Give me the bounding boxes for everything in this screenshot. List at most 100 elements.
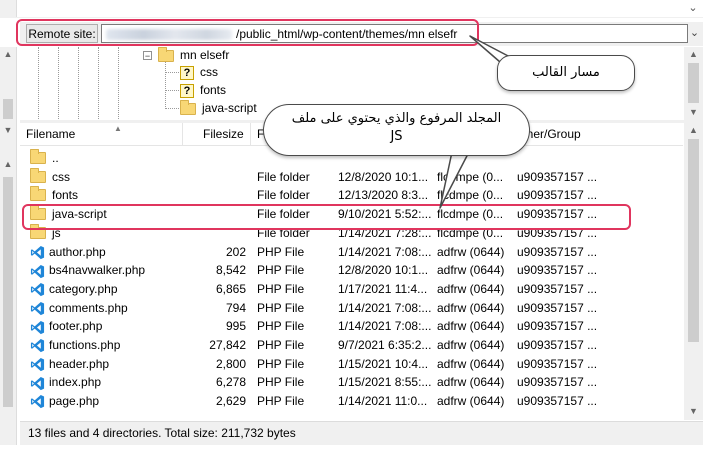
table-row[interactable]: category.php 6,865 PHP File 1/17/2021 11:4.…: [20, 280, 683, 299]
scroll-up-icon[interactable]: ▲: [3, 159, 13, 169]
scroll-up-icon[interactable]: ▲: [3, 49, 13, 59]
cell-text: PHP File: [257, 375, 305, 390]
cell-text: 2,629: [215, 394, 246, 409]
cell-name: comments.php: [30, 299, 180, 318]
cell-size: 6,278: [180, 373, 246, 392]
table-row[interactable]: fonts File folder 12/13/2020 8:3... flcdmpe…: [20, 186, 683, 205]
cell-owner: u909357157 ...: [517, 280, 677, 299]
cell-type: PHP File: [257, 355, 337, 374]
cell-modified: 1/15/2021 8:55:...: [338, 373, 434, 392]
chevron-down-icon[interactable]: ⌄: [687, 1, 699, 15]
cell-modified: 12/8/2020 10:1...: [338, 168, 434, 187]
folder-icon: [180, 99, 196, 115]
table-row[interactable]: comments.php 794 PHP File 1/14/2021 7:08:..…: [20, 299, 683, 318]
cell-owner: u909357157 ...: [517, 317, 677, 336]
cell-size: 6,865: [180, 280, 246, 299]
cell-size: 2,800: [180, 355, 246, 374]
scroll-thumb[interactable]: [688, 63, 699, 103]
remote-path-dropdown[interactable]: ⌄: [686, 24, 703, 43]
tree-scrollbar[interactable]: ▲ ▼: [684, 47, 703, 120]
cell-perms: adfrw (0644): [437, 299, 515, 318]
table-row[interactable]: index.php 6,278 PHP File 1/15/2021 8:55:...…: [20, 373, 683, 392]
scroll-down-icon[interactable]: ▼: [688, 107, 699, 117]
cell-text: PHP File: [257, 394, 305, 409]
tree-guide: [78, 47, 79, 119]
cell-name: page.php: [30, 392, 180, 411]
table-row[interactable]: functions.php 27,842 PHP File 9/7/2021 6:35…: [20, 336, 683, 355]
scrollbar-stub[interactable]: [0, 0, 17, 17]
scroll-up-icon[interactable]: ▲: [688, 49, 699, 59]
cell-type: File folder: [257, 168, 337, 187]
cell-text: 8,542: [215, 263, 246, 278]
cell-type: PHP File: [257, 392, 337, 411]
cell-text: 202: [225, 244, 246, 259]
cell-text: fonts: [52, 188, 79, 203]
table-row[interactable]: header.php 2,800 PHP File 1/15/2021 10:4...…: [20, 355, 683, 374]
cell-text: adfrw (0644): [437, 338, 505, 352]
cell-name: author.php: [30, 243, 180, 262]
tree-item-java-script[interactable]: java-script: [180, 99, 257, 117]
vscode-icon: [30, 357, 45, 372]
cell-text: u909357157 ...: [517, 281, 598, 296]
cell-perms: flcdmpe (0...: [437, 186, 515, 205]
cell-text: adfrw (0644): [437, 394, 505, 409]
cell-text: header.php: [49, 356, 110, 371]
table-row[interactable]: page.php 2,629 PHP File 1/14/2021 11:0... ad…: [20, 392, 683, 411]
cell-size: [180, 149, 246, 168]
cell-owner: u909357157 ...: [517, 261, 677, 280]
table-row[interactable]: bs4navwalker.php 8,542 PHP File 12/8/2020 1…: [20, 261, 683, 280]
cell-text: u909357157 ...: [517, 263, 598, 278]
column-owner-group[interactable]: wner/Group: [512, 123, 683, 145]
left-scrollbar[interactable]: ▲ ▼ ▲ ▼: [0, 47, 17, 462]
cell-text: flcdmpe (0...: [437, 188, 504, 203]
cell-text: css: [52, 169, 70, 184]
cell-text: adfrw (0644): [437, 319, 505, 334]
scroll-thumb[interactable]: [688, 139, 699, 342]
scroll-down-icon[interactable]: ▼: [3, 125, 13, 135]
scroll-up-icon[interactable]: ▲: [688, 125, 699, 135]
tree-guide: [98, 47, 99, 119]
cell-text: 995: [225, 319, 246, 334]
cell-text: 12/13/2020 8:3...: [338, 188, 429, 203]
folder-icon: [30, 186, 46, 202]
cell-text: bs4navwalker.php: [49, 263, 146, 278]
cell-text: functions.php: [49, 338, 121, 352]
tree-item-fonts[interactable]: ? fonts: [180, 82, 226, 99]
cell-size: 27,842: [180, 336, 246, 355]
cell-perms: adfrw (0644): [437, 373, 515, 392]
file-list-scrollbar[interactable]: ▲ ▼: [684, 123, 703, 420]
column-filename[interactable]: Filename: [20, 123, 183, 145]
callout-text-line: JS: [390, 129, 403, 144]
cell-name: footer.php: [30, 317, 180, 336]
cell-size: [180, 168, 246, 187]
table-row[interactable]: author.php 202 PHP File 1/14/2021 7:08:... a…: [20, 243, 683, 262]
cell-name: ..: [30, 149, 180, 168]
cell-type: PHP File: [257, 336, 337, 355]
scroll-thumb[interactable]: [3, 177, 13, 407]
cell-type: PHP File: [257, 280, 337, 299]
vscode-icon: [30, 283, 45, 297]
cell-text: PHP File: [257, 356, 305, 371]
previous-pane-edge: [0, 0, 703, 18]
table-row[interactable]: footer.php 995 PHP File 1/14/2021 7:08:... a…: [20, 317, 683, 336]
cell-owner: u909357157 ...: [517, 186, 677, 205]
collapse-icon[interactable]: −: [143, 51, 152, 61]
tree-item-mn-elsefr[interactable]: − mn elsefr: [143, 47, 229, 64]
cell-perms: adfrw (0644): [437, 392, 515, 411]
uploaded-folder-callout: المجلد المرفوع والذي يحتوي على ملف JS: [263, 104, 530, 156]
cell-modified: 12/8/2020 10:1...: [338, 261, 434, 280]
cell-name: css: [30, 167, 180, 187]
column-filesize[interactable]: Filesize: [183, 123, 251, 145]
cell-text: adfrw (0644): [437, 375, 505, 390]
cell-text: adfrw (0644): [437, 244, 505, 259]
table-row[interactable]: css File folder 12/8/2020 10:1... flcdmpe (…: [20, 167, 683, 187]
cell-perms: adfrw (0644): [437, 261, 515, 280]
scroll-down-icon[interactable]: ▼: [688, 406, 699, 416]
cell-name: functions.php: [30, 336, 180, 355]
tree-item-css[interactable]: ? css: [180, 64, 218, 81]
vscode-icon: [30, 339, 45, 353]
scroll-thumb[interactable]: [3, 99, 13, 119]
cell-text: PHP File: [257, 319, 305, 334]
cell-modified: 12/13/2020 8:3...: [338, 186, 434, 205]
remote-file-list: Filename ▲ Filesize F wner/Group .. css Fi…: [20, 123, 683, 420]
